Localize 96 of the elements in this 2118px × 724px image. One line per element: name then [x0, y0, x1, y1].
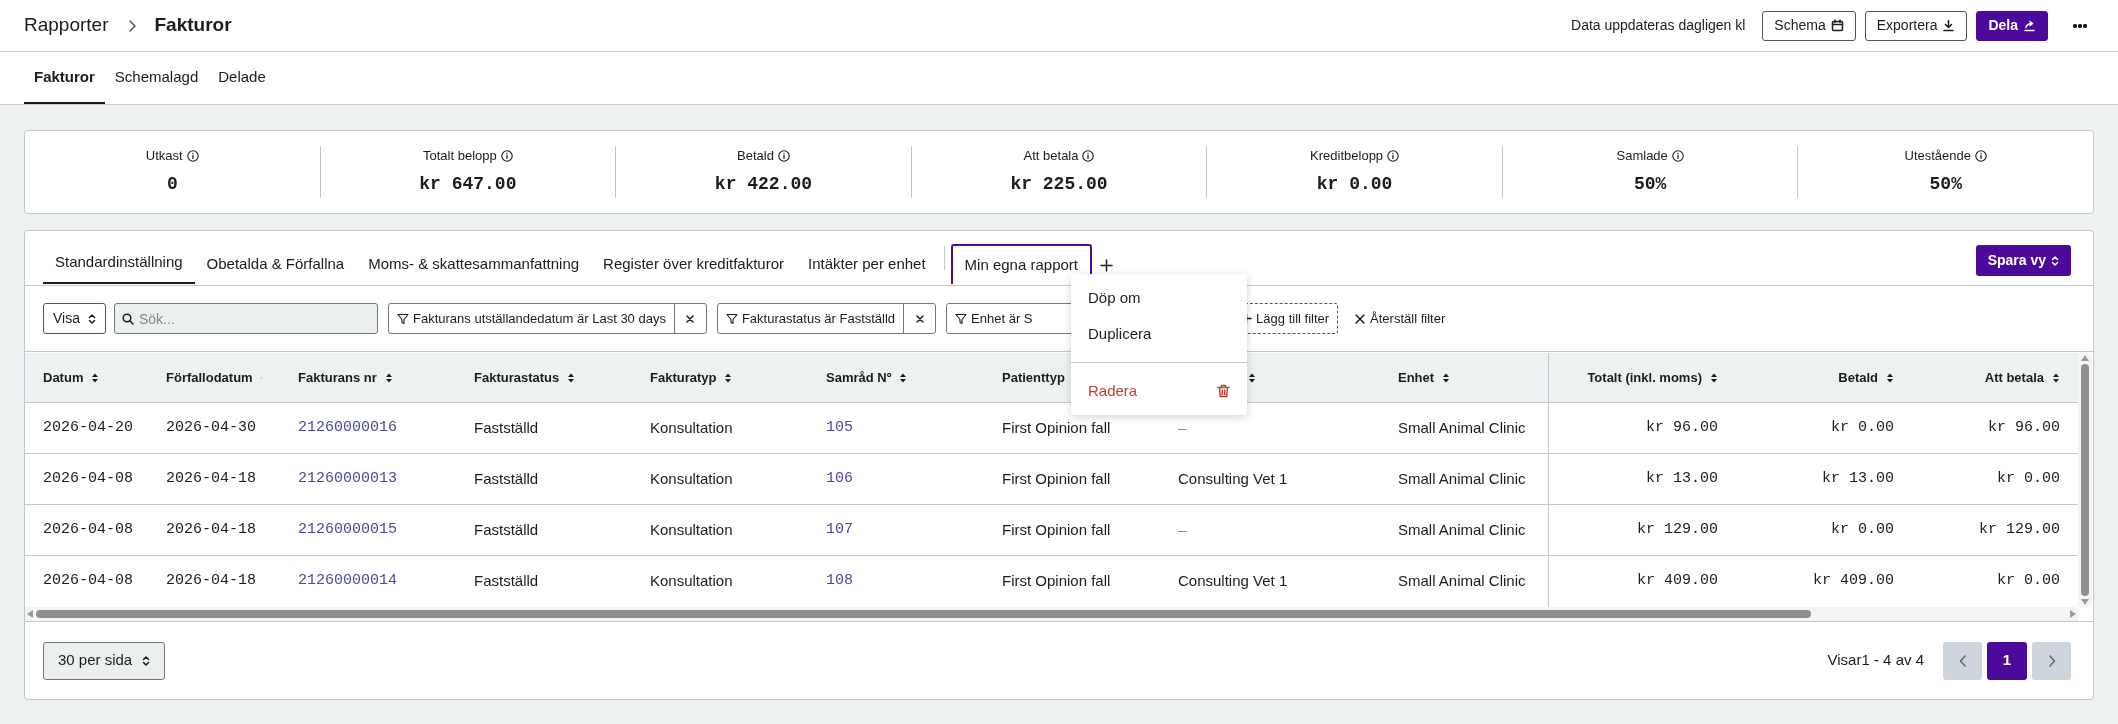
- table-cell-text: kr 129.00: [1979, 519, 2060, 540]
- report-tab[interactable]: Standardinställning: [43, 243, 195, 284]
- table-cell-text: 2026-04-18: [166, 468, 256, 489]
- table-cell-text: First Opinion fall: [1002, 468, 1111, 489]
- delete-menu-item[interactable]: Radera: [1071, 373, 1247, 409]
- table-cell-text: Small Animal Clinic: [1398, 571, 1526, 592]
- stat-value: 50%: [1633, 173, 1667, 197]
- page-button[interactable]: 1: [1987, 641, 2027, 680]
- column-header[interactable]: Fakturastatus: [474, 367, 560, 388]
- table-cell-text: Konsultation: [650, 468, 733, 489]
- column-header[interactable]: Fakturans nr: [298, 367, 377, 388]
- table-cell-text: Fastställd: [474, 571, 539, 592]
- table-cell-text: kr 13.00: [1822, 468, 1894, 489]
- column-header[interactable]: Samråd Nº: [826, 367, 892, 388]
- stat-value: 0: [166, 173, 178, 197]
- table-link[interactable]: 21260000014: [298, 570, 398, 593]
- filter-chip[interactable]: Fakturastatus är Fastställd: [716, 303, 937, 334]
- table-cell-text: kr 96.00: [1988, 417, 2060, 438]
- table-cell-text: Small Animal Clinic: [1398, 519, 1526, 540]
- table-cell-text: –: [1178, 519, 1187, 540]
- report-tab[interactable]: Obetalda & Förfallna: [194, 244, 357, 284]
- table-cell-text: kr 0.00: [1997, 468, 2060, 489]
- page-tab[interactable]: Schemalagd: [104, 52, 209, 104]
- filter-chip[interactable]: Fakturans utställandedatum är Last 30 days: [388, 303, 707, 334]
- report-tab[interactable]: Intäkter per enhet: [796, 244, 938, 284]
- table-cell-text: Consulting Vet 1: [1178, 571, 1288, 592]
- stat-value: 50%: [1929, 173, 1962, 197]
- table-cell-text: kr 409.00: [1813, 571, 1894, 592]
- table-cell-text: kr 409.00: [1637, 571, 1718, 592]
- page-tab[interactable]: Delade: [208, 52, 276, 104]
- table-cell-text: First Opinion fall: [1002, 519, 1111, 540]
- table-cell-text: Small Animal Clinic: [1398, 417, 1526, 438]
- table-cell-text: kr 0.00: [1831, 519, 1894, 540]
- table-link[interactable]: 105: [826, 416, 853, 440]
- table-cell-text: kr 13.00: [1646, 468, 1718, 489]
- table-cell-text: 2026-04-18: [166, 519, 256, 540]
- table-cell-text: First Opinion fall: [1002, 417, 1111, 438]
- update-note: Data uppdateras dagligen kl: [1571, 16, 1746, 35]
- table-link[interactable]: 108: [826, 570, 853, 593]
- table-cell-text: kr 0.00: [1831, 417, 1894, 438]
- table-cell-text: kr 96.00: [1646, 417, 1718, 438]
- export-button[interactable]: Exportera: [1864, 10, 1968, 41]
- stat-value: kr 225.00: [1010, 173, 1108, 197]
- table-link[interactable]: 107: [826, 518, 853, 542]
- breadcrumb-link[interactable]: Rapporter: [24, 11, 109, 40]
- table-cell-text: Consulting Vet 1: [1178, 468, 1288, 489]
- table-cell-text: 2026-04-08: [43, 571, 133, 592]
- column-header[interactable]: Patienttyp: [1002, 367, 1065, 388]
- table-cell-text: 2026-04-18: [166, 571, 256, 592]
- table-cell-text: kr 129.00: [1637, 519, 1718, 540]
- schema-button[interactable]: Schema: [1762, 10, 1856, 41]
- column-header[interactable]: Att betala: [1984, 367, 2044, 388]
- table-cell-text: kr 0.00: [1997, 571, 2060, 592]
- table-cell-text: Fastställd: [474, 468, 539, 489]
- stat-label: Utkast: [145, 146, 183, 165]
- column-header[interactable]: Förfallodatum: [166, 367, 253, 388]
- table-cell-text: 2026-04-20: [43, 417, 133, 438]
- table-link[interactable]: 21260000015: [298, 518, 398, 542]
- table-cell-text: First Opinion fall: [1002, 571, 1111, 592]
- stat-label: Totalt belopp: [423, 146, 497, 165]
- table-cell-text: Konsultation: [650, 519, 733, 540]
- table-cell-text: Konsultation: [650, 417, 733, 438]
- table-cell-text: Fastställd: [474, 417, 539, 438]
- page-title: Fakturor: [154, 13, 232, 38]
- stat-value: kr 422.00: [714, 173, 813, 197]
- report-tab[interactable]: Moms- & skattesammanfattning: [356, 244, 592, 284]
- save-view-button[interactable]: Spara vy: [1975, 245, 2071, 276]
- column-header[interactable]: Fakturatyp: [650, 367, 717, 388]
- share-button[interactable]: Dela: [1976, 10, 2048, 41]
- column-header[interactable]: Betald: [1838, 367, 1878, 388]
- table-link[interactable]: 106: [826, 467, 853, 491]
- table-cell-text: Fastställd: [474, 519, 539, 540]
- pagination-summary: Visar1 - 4 av 4: [1827, 650, 1924, 671]
- stat-label: Betald: [737, 146, 774, 165]
- stat-label: Utestående: [1904, 146, 1971, 165]
- table-cell-text: 2026-04-08: [43, 519, 133, 540]
- column-header[interactable]: Datum: [43, 367, 84, 388]
- table-cell-text: –: [1178, 417, 1187, 438]
- table-cell-text: Konsultation: [650, 571, 733, 592]
- stat-label: Samlade: [1616, 146, 1668, 165]
- stat-label: Att betala: [1023, 146, 1079, 165]
- view-select[interactable]: Visa: [43, 303, 106, 334]
- stat-value: kr 647.00: [419, 173, 517, 197]
- per-page-select[interactable]: 30 per sida: [43, 641, 166, 680]
- search-field[interactable]: Sök...: [114, 303, 378, 334]
- table-link[interactable]: 21260000016: [298, 416, 398, 440]
- stat-value: kr 0.00: [1316, 173, 1393, 197]
- table-cell-text: 2026-04-08: [43, 468, 133, 489]
- stat-label: Kreditbelopp: [1310, 146, 1384, 165]
- report-tab[interactable]: Register över kreditfakturor: [591, 244, 796, 284]
- table-link[interactable]: 21260000013: [298, 467, 398, 491]
- reset-filter-button[interactable]: Återställ filter: [1346, 303, 1454, 334]
- table-cell-text: Small Animal Clinic: [1398, 468, 1526, 489]
- column-header[interactable]: Enhet: [1398, 367, 1435, 388]
- table-cell-text: 2026-04-30: [166, 417, 256, 438]
- column-header[interactable]: Totalt (inkl. moms): [1587, 367, 1702, 388]
